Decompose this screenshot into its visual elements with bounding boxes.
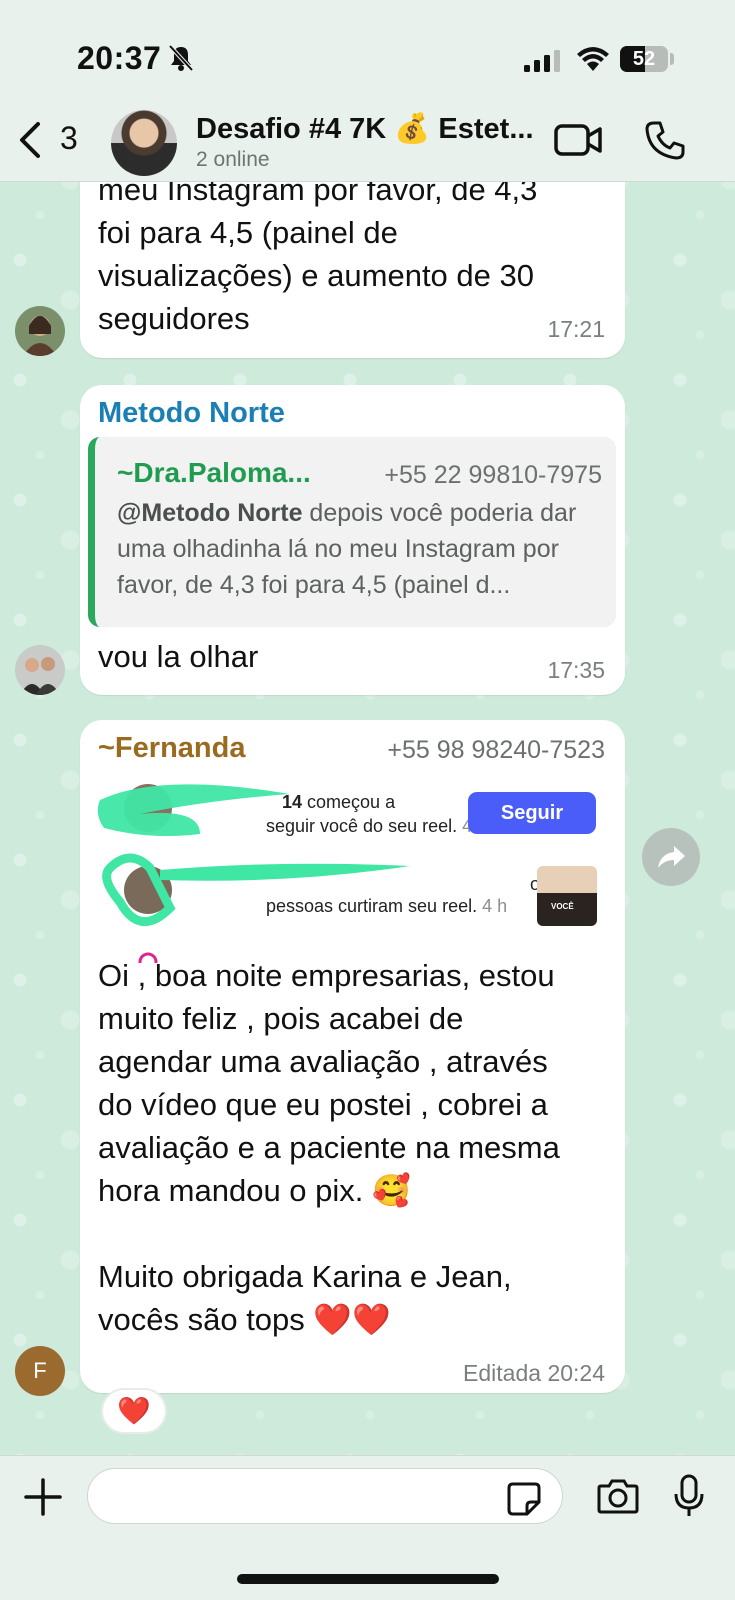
battery-level: 52 (632, 48, 656, 70)
quoted-message[interactable]: ~Dra.Paloma... +55 22 99810-7975 @Metodo… (88, 437, 616, 627)
follow-button: Seguir (468, 792, 596, 834)
status-time: 20:37 (77, 40, 162, 76)
home-indicator (237, 1574, 499, 1584)
plus-icon[interactable] (24, 1478, 62, 1516)
avatar-image-icon (15, 645, 65, 695)
chevron-left-icon[interactable] (18, 120, 42, 160)
forward-button[interactable] (642, 828, 700, 886)
camera-icon[interactable] (597, 1478, 639, 1514)
message-line: hora mandou o pix. 🥰 (98, 1173, 411, 1208)
message-input[interactable] (87, 1468, 563, 1524)
message-time: 17:21 (547, 316, 605, 342)
sender-avatar[interactable] (15, 306, 65, 356)
group-subtitle: 2 online (196, 148, 270, 171)
message-text: Oi , boa noite empresarias, estou muito … (98, 954, 618, 1341)
reel-thumbnail: VOCÊ (537, 866, 597, 926)
status-bar: 20:37 52 (0, 0, 735, 112)
message-line: agendar uma avaliação , através (98, 1044, 548, 1079)
quoted-mention: @Metodo Norte (117, 499, 303, 527)
message-time: 17:35 (547, 657, 605, 683)
message-line: seguidores (98, 301, 250, 336)
sender-avatar[interactable] (15, 645, 65, 695)
sender-phone: +55 98 98240-7523 (387, 736, 605, 764)
signal-icon (524, 50, 560, 72)
notification-line: pessoas curtiram seu reel. 4 h (266, 896, 507, 917)
forward-arrow-icon (658, 846, 685, 868)
sticker-icon[interactable] (507, 1482, 541, 1516)
message-text: meu Instagram por favor, de 4,3 foi para… (98, 168, 613, 340)
group-avatar[interactable] (111, 110, 177, 176)
microphone-icon[interactable] (674, 1474, 704, 1518)
phone-call-icon[interactable] (645, 120, 685, 160)
avatar-image-icon (15, 306, 65, 356)
message-line: visualizações) e aumento de 30 (98, 258, 534, 293)
message-line: foi para 4,5 (painel de (98, 215, 398, 250)
message-bubble[interactable]: Metodo Norte ~Dra.Paloma... +55 22 99810… (80, 385, 625, 695)
message-bubble[interactable]: ~Fernanda +55 98 98240-7523 14 começou a… (80, 720, 625, 1393)
sender-name[interactable]: Metodo Norte (98, 397, 285, 430)
message-time: Editada 20:24 (463, 1360, 605, 1386)
battery-icon: 52 (620, 46, 668, 72)
sender-avatar-initial[interactable]: F (15, 1346, 65, 1396)
unread-count[interactable]: 3 (60, 120, 78, 157)
video-call-icon[interactable] (554, 122, 602, 158)
message-line: vocês são tops ❤️❤️ (98, 1302, 391, 1337)
notification-age: 4 h (482, 896, 508, 916)
group-title[interactable]: Desafio #4 7K 💰 Estet... (196, 112, 534, 146)
thumbnail-label: VOCÊ (551, 902, 574, 911)
quoted-sender-phone: +55 22 99810-7975 (384, 461, 602, 489)
battery-cap (670, 53, 674, 65)
notification-text: seguir você do seu reel. (266, 816, 458, 836)
bell-muted-icon (168, 44, 194, 72)
message-line: Muito obrigada Karina e Jean, (98, 1259, 512, 1294)
heart-reaction[interactable]: ❤️ (101, 1388, 167, 1434)
composer-bar (0, 1455, 735, 1600)
message-line: Oi , boa noite empresarias, estou (98, 958, 555, 993)
message-text: vou la olhar (98, 639, 259, 674)
quoted-sender-name: ~Dra.Paloma... (117, 457, 311, 488)
notification-line: seguir você do seu reel. 4 h (266, 816, 487, 837)
notification-bold: 14 (282, 792, 303, 812)
message-line: do vídeo que eu postei , cobrei a (98, 1087, 548, 1122)
notification-line: 14 começou a (282, 792, 395, 813)
notification-text: começou a (302, 792, 396, 812)
message-line: avaliação e a paciente na mesma (98, 1130, 560, 1165)
chat-header: 3 Desafio #4 7K 💰 Estet... 2 online (0, 100, 735, 182)
sender-name[interactable]: ~Fernanda (98, 732, 245, 765)
notification-text: pessoas curtiram seu reel. (266, 896, 478, 916)
quoted-text: @Metodo Norte depois você poderia dar um… (117, 495, 611, 603)
message-line (98, 1212, 618, 1255)
message-line: muito feliz , pois acabei de (98, 1001, 464, 1036)
wifi-icon (577, 47, 609, 71)
embedded-screenshot: 14 começou a seguir você do seu reel. 4 … (90, 778, 610, 963)
